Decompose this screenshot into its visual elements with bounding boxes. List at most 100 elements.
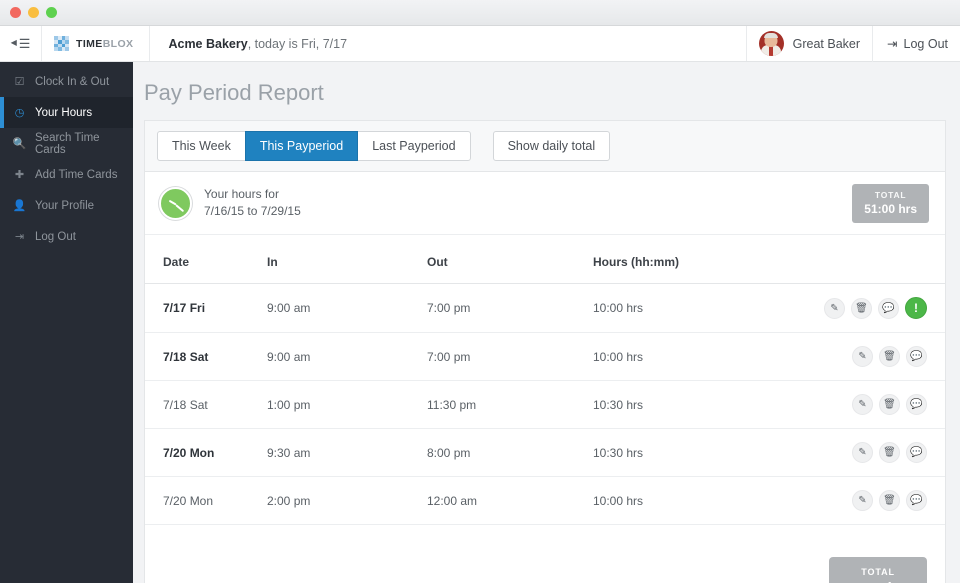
comment-icon[interactable]: 💬 <box>878 298 899 319</box>
comment-icon[interactable]: 💬 <box>906 394 927 415</box>
sidebar-item-your-profile[interactable]: 👤 Your Profile <box>0 190 133 221</box>
row-actions: ✎ 🗑 💬 <box>753 394 927 415</box>
column-header-out: Out <box>427 235 593 284</box>
report-card: This Week This Payperiod Last Payperiod … <box>144 120 946 583</box>
chevron-left-icon: ◀ <box>11 38 17 47</box>
table-row[interactable]: 7/18 Sat 1:00 pm 11:30 pm 10:30 hrs ✎ 🗑 … <box>145 381 945 429</box>
avatar <box>759 31 784 56</box>
cell-hours: 10:00 hrs <box>593 477 753 525</box>
hours-table: Date In Out Hours (hh:mm) 7/17 Fri 9:00 … <box>145 235 945 525</box>
cell-date: 7/20 Mon <box>145 477 267 525</box>
edit-icon[interactable]: ✎ <box>852 442 873 463</box>
sidebar-item-add-time-cards[interactable]: ✚ Add Time Cards <box>0 159 133 190</box>
page-title: Pay Period Report <box>133 76 960 120</box>
tab-last-payperiod[interactable]: Last Payperiod <box>357 131 470 161</box>
tab-this-payperiod[interactable]: This Payperiod <box>245 131 358 161</box>
brand-text-part2: BLOX <box>103 38 134 50</box>
badge-top-label: TOTAL <box>864 190 917 200</box>
delete-icon[interactable]: 🗑 <box>879 442 900 463</box>
cell-out: 12:00 am <box>427 477 593 525</box>
sidebar-item-label: Search Time Cards <box>35 132 133 156</box>
sidebar-item-search-time-cards[interactable]: 🔍 Search Time Cards <box>0 128 133 159</box>
cell-date: 7/18 Sat <box>145 381 267 429</box>
logout-button-top[interactable]: ⇥ Log Out <box>872 26 948 62</box>
delete-icon[interactable]: 🗑 <box>851 298 872 319</box>
comment-icon[interactable]: 💬 <box>906 346 927 367</box>
sidebar-item-label: Your Profile <box>35 200 94 212</box>
person-icon: 👤 <box>13 199 26 212</box>
green-clock-icon <box>159 187 192 220</box>
table-row[interactable]: 7/17 Fri 9:00 am 7:00 pm 10:00 hrs ✎ 🗑 💬… <box>145 284 945 333</box>
table-row[interactable]: 7/20 Mon 2:00 pm 12:00 am 10:00 hrs ✎ 🗑 … <box>145 477 945 525</box>
column-header-actions <box>753 235 945 284</box>
brand-logo[interactable]: TIMEBLOX <box>42 26 150 61</box>
cell-out: 8:00 pm <box>427 429 593 477</box>
comment-icon[interactable]: 💬 <box>906 442 927 463</box>
window-minimize-button[interactable] <box>28 7 39 18</box>
cell-out: 11:30 pm <box>427 381 593 429</box>
brand-text: TIMEBLOX <box>76 38 133 50</box>
sidebar-item-clock-in-out[interactable]: ☑ Clock In & Out <box>0 66 133 97</box>
sidebar-item-log-out[interactable]: ⇥ Log Out <box>0 221 133 252</box>
sidebar-item-label: Your Hours <box>35 107 92 119</box>
brand-text-part1: TIME <box>76 38 103 50</box>
search-icon: 🔍 <box>13 137 26 150</box>
sidebar-item-your-hours[interactable]: ◷ Your Hours <box>0 97 133 128</box>
timeblox-grid-logo-icon <box>54 36 69 51</box>
summary-text: Your hours for 7/16/15 to 7/29/15 <box>204 186 301 220</box>
edit-icon[interactable]: ✎ <box>852 490 873 511</box>
cell-in: 1:00 pm <box>267 381 427 429</box>
cell-in: 9:30 am <box>267 429 427 477</box>
cell-date: 7/18 Sat <box>145 333 267 381</box>
badge-top-value: 51:00 hrs <box>864 202 917 216</box>
main-content: Pay Period Report This Week This Payperi… <box>133 62 960 583</box>
hours-summary: Your hours for 7/16/15 to 7/29/15 TOTAL … <box>145 172 945 235</box>
user-name-label: Great Baker <box>793 37 860 51</box>
company-breadcrumb: Acme Bakery, today is Fri, 7/17 <box>150 26 745 61</box>
sidebar-toggle-button[interactable]: ◀☰ <box>0 26 42 61</box>
cell-out: 7:00 pm <box>427 333 593 381</box>
report-toolbar: This Week This Payperiod Last Payperiod … <box>145 121 945 172</box>
logout-icon: ⇥ <box>887 36 897 51</box>
show-daily-total-button[interactable]: Show daily total <box>493 131 611 161</box>
summary-line-1: Your hours for <box>204 186 301 203</box>
alert-icon[interactable]: ! <box>905 297 927 319</box>
cell-hours: 10:00 hrs <box>593 333 753 381</box>
edit-icon[interactable]: ✎ <box>852 346 873 367</box>
column-header-hours: Hours (hh:mm) <box>593 235 753 284</box>
sidebar-item-label: Clock In & Out <box>35 76 109 88</box>
row-actions: ✎ 🗑 💬 <box>753 442 927 463</box>
row-actions: ✎ 🗑 💬 ! <box>753 297 927 319</box>
tab-this-week[interactable]: This Week <box>157 131 246 161</box>
delete-icon[interactable]: 🗑 <box>879 346 900 367</box>
cell-actions: ✎ 🗑 💬 <box>753 477 945 525</box>
window-close-button[interactable] <box>10 7 21 18</box>
period-button-group: This Week This Payperiod Last Payperiod <box>157 131 471 161</box>
table-body: 7/17 Fri 9:00 am 7:00 pm 10:00 hrs ✎ 🗑 💬… <box>145 284 945 525</box>
delete-icon[interactable]: 🗑 <box>879 490 900 511</box>
cell-actions: ✎ 🗑 💬 ! <box>753 284 945 333</box>
row-actions: ✎ 🗑 💬 <box>753 346 927 367</box>
badge-bottom-label: TOTAL <box>845 567 911 577</box>
comment-icon[interactable]: 💬 <box>906 490 927 511</box>
sidebar-item-label: Log Out <box>35 231 76 243</box>
cell-actions: ✎ 🗑 💬 <box>753 381 945 429</box>
cell-date: 7/20 Mon <box>145 429 267 477</box>
checkbox-icon: ☑ <box>13 75 26 88</box>
table-row[interactable]: 7/18 Sat 9:00 am 7:00 pm 10:00 hrs ✎ 🗑 💬 <box>145 333 945 381</box>
company-name: Acme Bakery <box>168 37 247 51</box>
column-header-in: In <box>267 235 427 284</box>
cell-in: 9:00 am <box>267 333 427 381</box>
edit-icon[interactable]: ✎ <box>852 394 873 415</box>
table-row[interactable]: 7/20 Mon 9:30 am 8:00 pm 10:30 hrs ✎ 🗑 💬 <box>145 429 945 477</box>
summary-line-2: 7/16/15 to 7/29/15 <box>204 203 301 220</box>
cell-actions: ✎ 🗑 💬 <box>753 333 945 381</box>
plus-square-icon: ✚ <box>13 168 26 181</box>
column-header-date: Date <box>145 235 267 284</box>
sidebar-item-label: Add Time Cards <box>35 169 117 181</box>
edit-icon[interactable]: ✎ <box>824 298 845 319</box>
user-menu[interactable]: Great Baker ⇥ Log Out <box>746 26 960 61</box>
sidebar: ☑ Clock In & Out ◷ Your Hours 🔍 Search T… <box>0 62 133 583</box>
window-maximize-button[interactable] <box>46 7 57 18</box>
delete-icon[interactable]: 🗑 <box>879 394 900 415</box>
